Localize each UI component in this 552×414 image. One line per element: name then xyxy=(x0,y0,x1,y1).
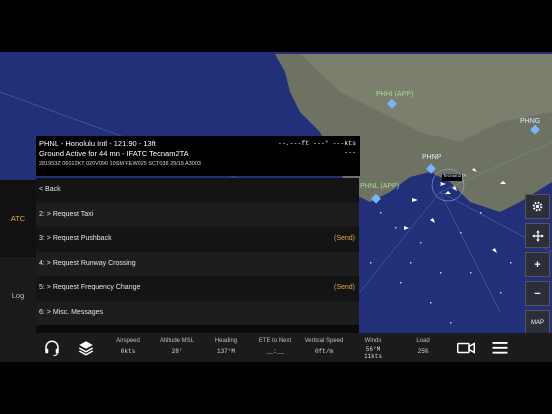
menu-item-request-taxi[interactable]: 2: > Request Taxi xyxy=(36,202,359,227)
menu-icon xyxy=(492,341,508,354)
phhi-label: PHHI (APP) xyxy=(376,91,414,98)
metric-load: Load 25% xyxy=(393,336,453,357)
zoom-in-button[interactable]: + xyxy=(525,252,550,277)
zoom-in-icon: + xyxy=(534,258,541,271)
layers-icon xyxy=(78,340,94,356)
main-menu-button[interactable] xyxy=(486,333,514,362)
camera-button[interactable] xyxy=(452,333,480,362)
metric-label: Load xyxy=(416,338,430,344)
tab-atc[interactable]: ATC xyxy=(0,180,36,256)
phnl-label: PHNL (APP) xyxy=(360,183,400,190)
metric-value: 25% xyxy=(417,348,429,355)
menu-item-label: 5: > Request Frequency Change xyxy=(39,284,141,291)
menu-item-label: 4: > Request Runway Crossing xyxy=(39,259,136,267)
metar-line: 281953Z 06012KT 020V090 10SM FEW025 SCT0… xyxy=(39,161,201,167)
left-rail: ATC Log xyxy=(0,180,36,333)
headset-icon xyxy=(45,340,59,356)
menu-item-label: 2: > Request Taxi xyxy=(39,210,94,218)
distance-readout: --.---ft ---° ---kts --- xyxy=(278,139,356,157)
settings-button[interactable] xyxy=(525,194,550,219)
menu-item-request-pushback[interactable]: 3: > Request Pushback (Send) xyxy=(36,227,359,252)
tab-log[interactable]: Log xyxy=(0,257,36,333)
map-button[interactable]: MAP xyxy=(525,310,550,335)
menu-item-label: 6: > Misc. Messages xyxy=(39,308,103,316)
dash-readout: --- xyxy=(344,149,356,156)
gear-icon xyxy=(532,201,543,212)
menu-item-request-frequency-change[interactable]: 5: > Request Frequency Change (Send) xyxy=(36,276,359,301)
zoom-out-icon: − xyxy=(534,287,541,300)
map-controls: + − MAP xyxy=(525,194,550,339)
menu-item-back[interactable]: < Back xyxy=(36,178,359,203)
atc-headset-button[interactable] xyxy=(38,333,66,362)
menu-item-label: < Back xyxy=(39,186,61,193)
phng-label: PHNG xyxy=(520,118,541,125)
recenter-button[interactable] xyxy=(525,223,550,248)
app-screen: PHHI (APP) PHNG PHNP PHNL (APP) Tecnam2T… xyxy=(0,52,552,362)
send-indicator: (Send) xyxy=(333,235,355,242)
send-indicator: (Send) xyxy=(333,284,355,291)
camera-icon xyxy=(457,341,475,354)
bottom-bar: Airspeed 0kts Altitude MSL 28' Heading 137°… xyxy=(0,333,552,362)
aircraft-callout-text: Tecnam2TA xyxy=(443,173,467,178)
menu-item-misc-messages[interactable]: 6: > Misc. Messages xyxy=(36,300,359,325)
phnp-label: PHNP xyxy=(422,154,442,161)
menu-item-label: 3: > Request Pushback xyxy=(39,235,112,242)
menu-item-request-runway-crossing[interactable]: 4: > Request Runway Crossing xyxy=(36,251,359,276)
zoom-out-button[interactable]: − xyxy=(525,281,550,306)
atc-menu: < Back 2: > Request Taxi 3: > Request Pu… xyxy=(36,178,359,333)
atc-info-panel: PHNL - Honolulu Intl - 121.90 - 13ft Gro… xyxy=(36,136,360,176)
distance-heading-speed: --.---ft ---° ---kts xyxy=(277,140,356,147)
layers-button[interactable] xyxy=(72,333,100,362)
move-icon xyxy=(531,229,544,242)
